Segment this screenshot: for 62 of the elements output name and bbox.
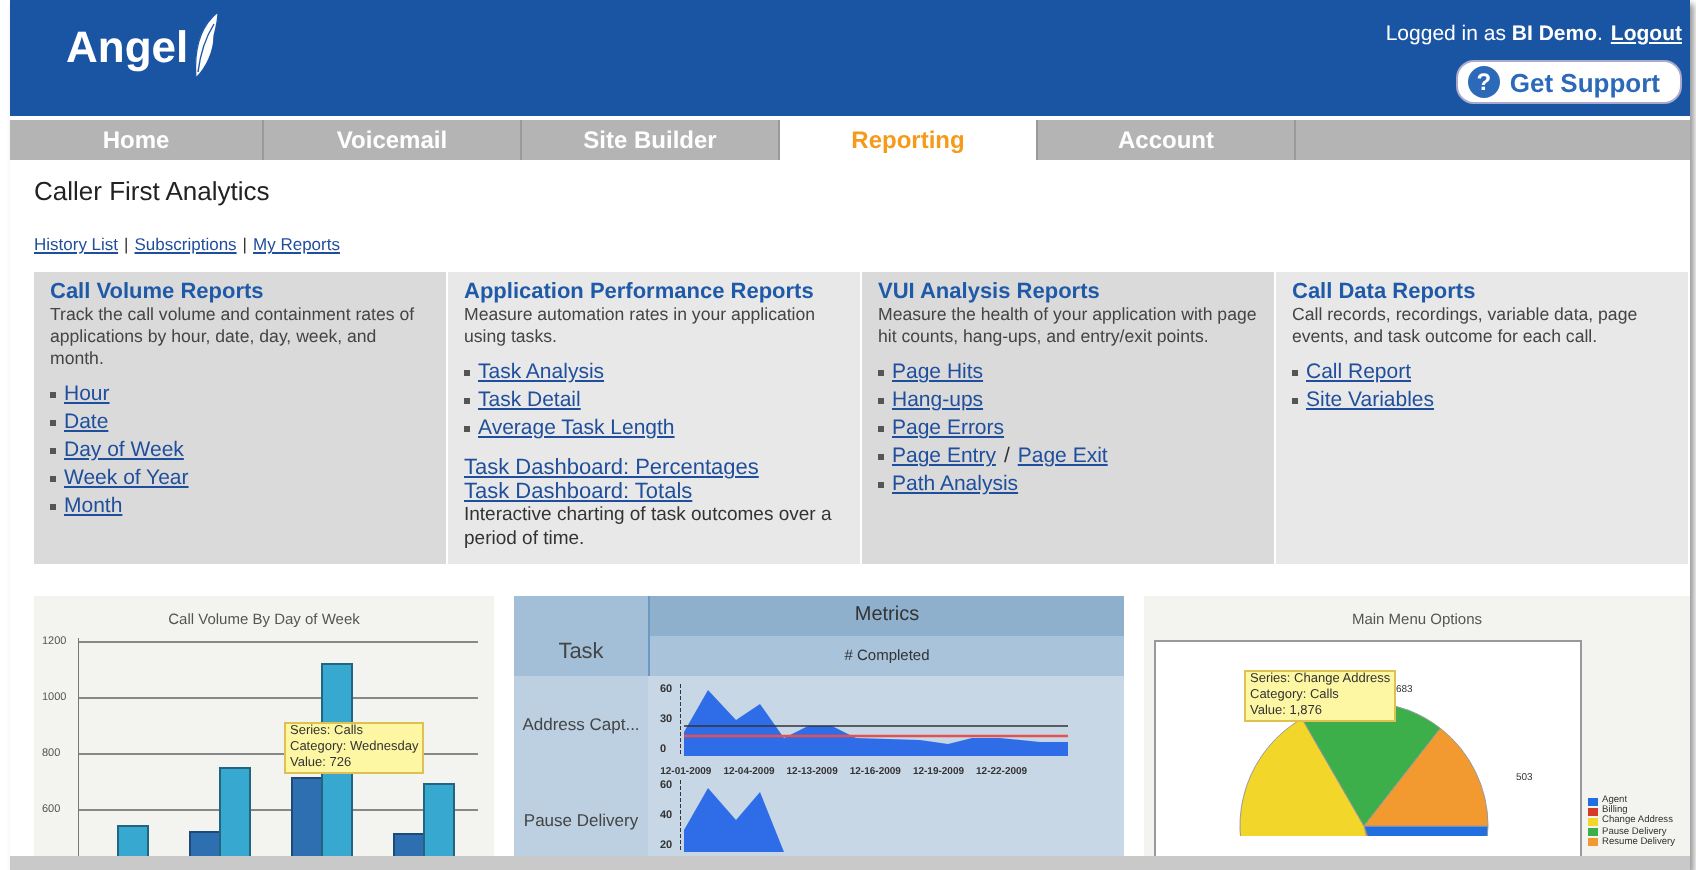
link-separator: | — [124, 234, 129, 254]
bullet-icon — [50, 476, 56, 482]
report-link[interactable]: Site Variables — [1306, 388, 1435, 414]
report-link[interactable]: Hour — [64, 382, 110, 408]
column-header: Metrics — [648, 596, 1124, 636]
link-separator: | — [242, 234, 248, 254]
report-link[interactable]: Average Task Length — [478, 416, 675, 442]
bullet-icon — [878, 482, 884, 488]
report-link[interactable]: Task Dashboard: Percentages — [464, 456, 844, 480]
link-separator: / — [1003, 444, 1010, 470]
nav-link[interactable]: My Reports — [253, 234, 340, 254]
report-link[interactable]: Date — [64, 410, 109, 436]
bullet-icon — [464, 370, 470, 376]
panel-description: Track the call volume and containment rates of applications by hour, date, day, week, and month. — [50, 304, 417, 370]
nav-link[interactable]: History List — [34, 234, 119, 254]
area-chart-drawing — [680, 780, 789, 852]
bullet-icon — [878, 426, 884, 432]
panel-title: Application Performance Reports — [464, 280, 816, 304]
report-link[interactable]: Task Dashboard: Totals — [464, 480, 844, 504]
bullet-icon — [1292, 370, 1298, 376]
logo[interactable]: Angel — [66, 12, 223, 80]
panel-description: Call records, recordings, variable data, page events, and task outcome for each call. — [1292, 304, 1640, 348]
report-link[interactable]: Task Analysis — [478, 360, 605, 386]
page-title: Caller First Analytics — [34, 176, 272, 206]
report-link[interactable]: Page Entry — [892, 444, 996, 470]
report-link[interactable]: Day of Week — [64, 438, 184, 464]
wing-icon — [190, 12, 223, 80]
report-link[interactable]: Month — [64, 494, 123, 520]
logout-link[interactable]: Logout — [1610, 22, 1682, 46]
report-link[interactable]: Hang-ups — [892, 388, 984, 414]
help-icon: ? — [1467, 66, 1500, 98]
report-link[interactable]: Page Hits — [892, 360, 984, 386]
report-link[interactable]: Page Errors — [892, 416, 1005, 442]
task-name: Pause Delivery — [514, 772, 648, 856]
report-link[interactable]: Task Detail — [478, 388, 581, 414]
panel-title: Call Data Reports — [1292, 280, 1478, 304]
get-support-button[interactable]: ? Get Support — [1455, 60, 1682, 104]
bullet-icon — [464, 398, 470, 404]
bullet-icon — [50, 448, 56, 454]
panel-title: Call Volume Reports — [50, 280, 266, 304]
report-link[interactable]: Page Exit — [1017, 444, 1108, 470]
panel-title: VUI Analysis Reports — [878, 280, 1102, 304]
bullet-icon — [878, 398, 884, 404]
bullet-icon — [50, 420, 56, 426]
bullet-icon — [50, 392, 56, 398]
bullet-icon — [50, 504, 56, 510]
column-header: Task — [514, 596, 648, 676]
report-link[interactable]: Call Report — [1306, 360, 1412, 386]
nav-link[interactable]: Subscriptions — [134, 234, 237, 254]
bullet-icon — [1292, 398, 1298, 404]
report-link[interactable]: Week of Year — [64, 466, 189, 492]
bullet-icon — [878, 454, 884, 460]
login-status: Logged in as BI Demo. — [1385, 22, 1603, 46]
panel-note: Interactive charting of task outcomes over a period of time. — [464, 504, 834, 552]
report-link[interactable]: Path Analysis — [892, 472, 1019, 498]
task-name: Address Capt... — [514, 676, 648, 772]
panel-description: Measure automation rates in your application using tasks. — [464, 304, 818, 348]
logo-text: Angel — [66, 22, 189, 76]
bullet-icon — [878, 370, 884, 376]
chart-bar — [117, 825, 149, 856]
panel-description: Measure the health of your application with page hit counts, hang-ups, and entry/exit points. — [878, 304, 1258, 348]
bullet-icon — [464, 426, 470, 432]
